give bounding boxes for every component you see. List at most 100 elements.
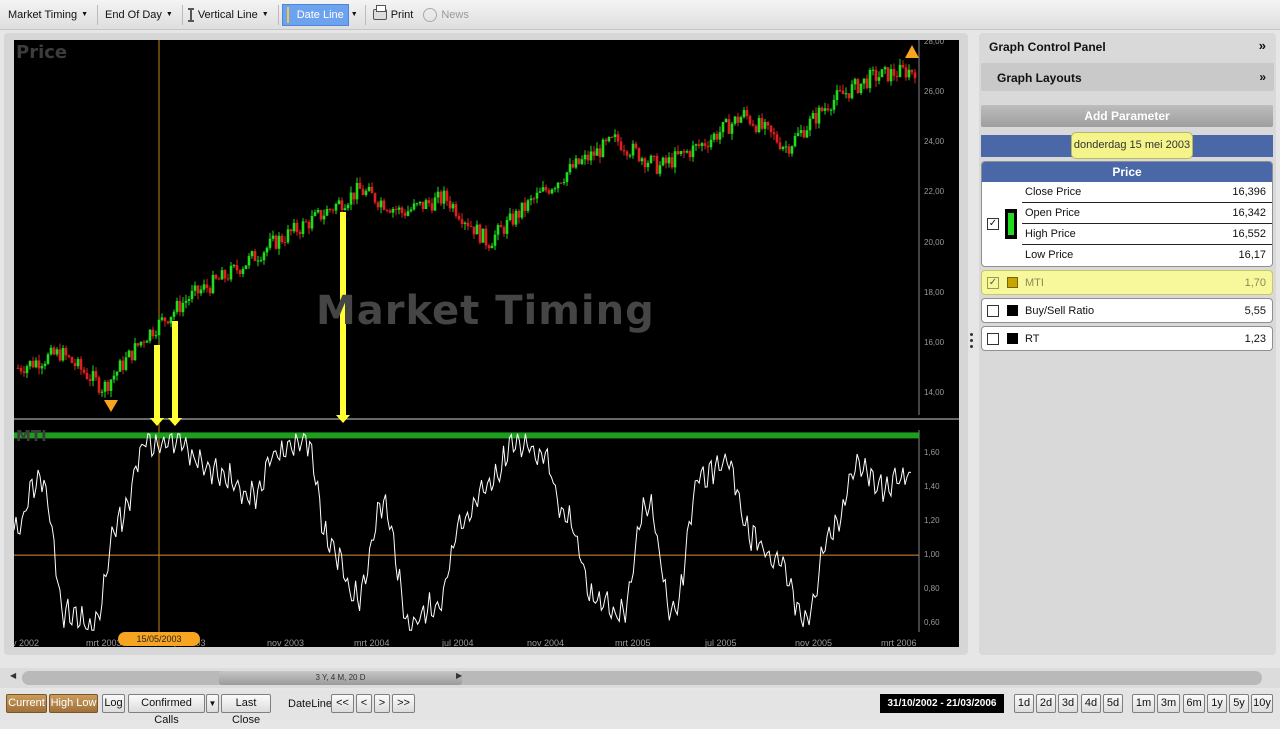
price-candle — [811, 113, 815, 119]
price-candle — [397, 207, 401, 210]
dateline-last-button[interactable]: >> — [392, 694, 415, 713]
confirmed-calls-dropdown[interactable]: ▼ — [206, 694, 219, 713]
price-candle — [763, 122, 767, 129]
period-button-5d[interactable]: 5d — [1103, 694, 1123, 713]
price-candle — [430, 203, 434, 211]
price-candle — [595, 148, 599, 156]
vertical-line-menu[interactable]: Vertical Line ▼ — [186, 4, 273, 26]
price-candle — [604, 139, 608, 142]
price-candle — [304, 221, 308, 223]
buy-sell-ratio-color-swatch[interactable] — [1007, 305, 1018, 316]
price-candle — [601, 139, 605, 158]
indicator-name: MTI — [1025, 277, 1044, 289]
price-candle — [598, 148, 602, 158]
last-close-button[interactable]: Last Close — [221, 694, 271, 726]
price-candle — [52, 347, 56, 355]
dateline-first-button[interactable]: << — [331, 694, 354, 713]
period-button-4d[interactable]: 4d — [1081, 694, 1101, 713]
price-parameter-group: Price ✓ Close Price 16,396 Open Price 16,3… — [981, 161, 1273, 267]
date-line-button[interactable]: Date Line — [281, 3, 349, 26]
current-button[interactable]: Current — [6, 694, 47, 713]
price-candle — [61, 347, 65, 361]
dateline-next-button[interactable]: > — [374, 694, 390, 713]
period-button-5y[interactable]: 5y — [1229, 694, 1249, 713]
price-candle — [421, 201, 425, 210]
price-candle — [733, 116, 737, 124]
high-low-button[interactable]: High Low — [49, 694, 98, 713]
price-candle — [817, 107, 821, 124]
price-candle — [451, 204, 455, 209]
price-candle — [814, 113, 818, 124]
price-candle — [151, 329, 155, 337]
news-button[interactable]: News — [419, 4, 473, 26]
price-candle — [349, 192, 353, 205]
collapse-panel-icon[interactable]: » — [1259, 38, 1266, 53]
price-candle — [889, 69, 893, 82]
price-candle — [589, 151, 593, 161]
mti-color-swatch[interactable] — [1007, 277, 1018, 288]
price-candle — [514, 210, 518, 225]
log-button[interactable]: Log — [102, 694, 125, 713]
scroll-track[interactable] — [22, 671, 1262, 685]
chart-canvas[interactable]: Market Timing Price MTI 28,00 26,00 24,00 2… — [14, 40, 959, 647]
price-candle — [727, 119, 731, 134]
indicator-row-mti[interactable]: ✓ MTI 1,70 — [981, 270, 1273, 295]
indicator-name: Buy/Sell Ratio — [1025, 305, 1095, 317]
rt-color-swatch[interactable] — [1007, 333, 1018, 344]
period-button-2d[interactable]: 2d — [1036, 694, 1056, 713]
price-candle — [73, 362, 77, 367]
price-candle — [619, 141, 623, 151]
price-candle — [652, 155, 656, 157]
expand-icon[interactable]: » — [1259, 70, 1266, 84]
scroll-right-icon[interactable]: ▶ — [456, 671, 462, 680]
indicator-row-rt[interactable]: RT 1,23 — [981, 326, 1273, 351]
price-candle — [622, 150, 626, 152]
add-parameter-button[interactable]: Add Parameter — [981, 105, 1273, 127]
price-candle — [499, 225, 503, 228]
price-candle — [442, 190, 446, 204]
confirmed-calls-button[interactable]: Confirmed Calls — [128, 694, 205, 726]
period-button-6m[interactable]: 6m — [1183, 694, 1205, 713]
period-button-10y[interactable]: 10y — [1251, 694, 1273, 713]
price-candle — [616, 134, 620, 142]
scroll-left-icon[interactable]: ◀ — [10, 671, 16, 680]
scroll-thumb[interactable]: 3 Y, 4 M, 20 D — [219, 671, 462, 685]
period-button-3m[interactable]: 3m — [1157, 694, 1180, 713]
panel-resize-handle[interactable] — [970, 333, 974, 355]
price-candle — [220, 270, 224, 280]
price-candle — [298, 232, 302, 235]
buy-sell-ratio-checkbox[interactable] — [987, 305, 999, 317]
indicator-row-buy-sell-ratio[interactable]: Buy/Sell Ratio 5,55 — [981, 298, 1273, 323]
price-candle — [97, 377, 101, 393]
graph-layouts-section[interactable]: Graph Layouts » — [981, 63, 1274, 91]
print-button[interactable]: Print — [369, 4, 418, 26]
time-scrollbar[interactable]: ◀ 3 Y, 4 M, 20 D ▶ — [0, 668, 1280, 688]
vertical-line-label: Vertical Line — [197, 8, 258, 21]
price-candle — [913, 72, 917, 79]
price-candle — [697, 144, 701, 146]
param-name: Open Price — [1025, 207, 1081, 219]
end-of-day-menu[interactable]: End Of Day ▼ — [101, 4, 177, 26]
period-button-1d[interactable]: 1d — [1014, 694, 1034, 713]
print-label: Print — [390, 8, 414, 21]
price-candle — [175, 300, 179, 312]
period-button-3d[interactable]: 3d — [1058, 694, 1078, 713]
price-candle — [712, 133, 716, 140]
price-candle — [40, 366, 44, 369]
param-row: High Price 16,552 — [982, 224, 1272, 245]
date-line-dropdown[interactable]: ▼ — [349, 4, 360, 26]
market-timing-menu[interactable]: Market Timing ▼ — [4, 4, 92, 26]
price-candle — [124, 357, 128, 370]
selected-date-flag[interactable]: 15/05/2003 — [118, 632, 200, 646]
mti-axis-tick: 0,60 — [924, 618, 940, 628]
rt-checkbox[interactable] — [987, 333, 999, 345]
period-button-1m[interactable]: 1m — [1132, 694, 1155, 713]
price-candle — [112, 375, 116, 380]
dateline-prev-button[interactable]: < — [356, 694, 372, 713]
price-candle — [790, 146, 794, 154]
price-candle — [625, 151, 629, 156]
period-button-1y[interactable]: 1y — [1207, 694, 1227, 713]
price-candle — [433, 197, 437, 211]
mti-checkbox[interactable]: ✓ — [987, 277, 999, 289]
price-candle — [427, 200, 431, 204]
